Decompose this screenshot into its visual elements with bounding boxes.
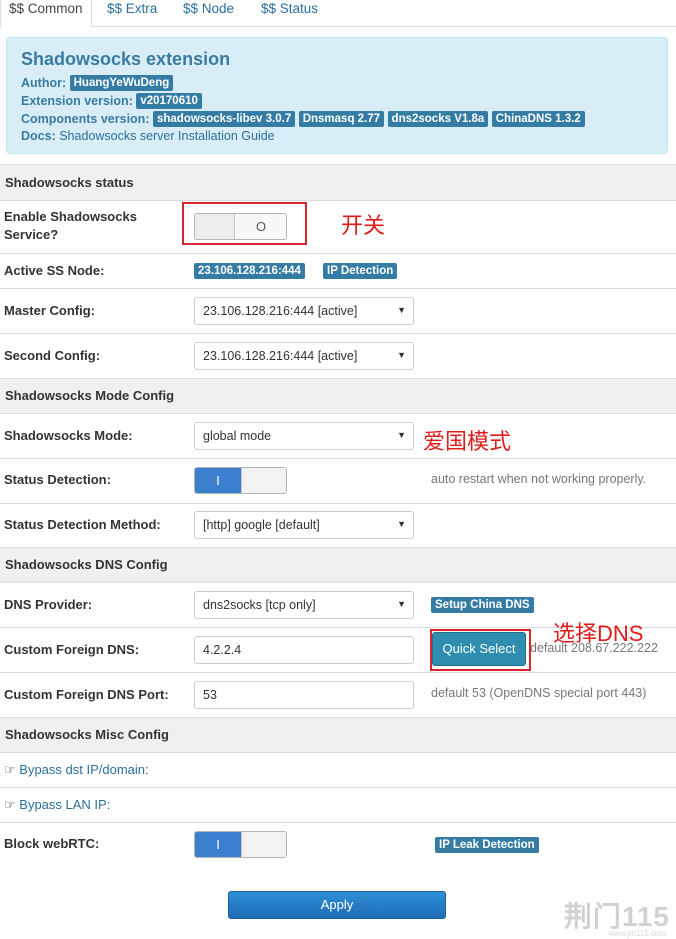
- detection-method-value: [http] google [default]: [203, 518, 320, 532]
- section-misc-config: Shadowsocks Misc Config: [0, 717, 676, 752]
- section-mode-config: Shadowsocks Mode Config: [0, 378, 676, 413]
- docs-server-link[interactable]: Shadowsocks server: [59, 129, 174, 143]
- bypass-dst-label: Bypass dst IP/domain:: [19, 762, 149, 777]
- chevron-down-icon: ▼: [397, 305, 406, 315]
- enable-service-label: Enable Shadowsocks Service?: [4, 209, 137, 242]
- annotation-dns-note: 选择DNS: [553, 621, 644, 646]
- shadowsocks-mode-label: Shadowsocks Mode:: [4, 428, 133, 443]
- block-webrtc-label: Block webRTC:: [4, 836, 100, 851]
- section-title: Shadowsocks Misc Config: [5, 727, 169, 742]
- annotation-mode-note: 爱国模式: [423, 429, 512, 454]
- custom-foreign-dns-input[interactable]: 4.2.2.4: [194, 636, 414, 664]
- row-detection-method: Status Detection Method: [http] google […: [0, 503, 676, 547]
- bypass-dst-link[interactable]: ☞ Bypass dst IP/domain:: [4, 762, 149, 778]
- docs-install-guide-link[interactable]: Installation Guide: [178, 129, 275, 143]
- row-active-node: Active SS Node: 23.106.128.216:444 IP De…: [0, 253, 676, 288]
- dns-provider-label: DNS Provider:: [4, 597, 93, 612]
- row-second-config: Second Config: 23.106.128.216:444 [activ…: [0, 333, 676, 378]
- custom-foreign-dns-label: Custom Foreign DNS:: [4, 642, 140, 657]
- hand-pointer-icon: ☞: [4, 797, 16, 812]
- row-foreign-dns-port: Custom Foreign DNS Port: 53 default 53 (…: [0, 672, 676, 717]
- setup-china-dns-link[interactable]: Setup China DNS: [431, 597, 534, 613]
- toggle-knob: [241, 832, 286, 857]
- chevron-down-icon: ▼: [397, 519, 406, 529]
- dns-provider-select[interactable]: dns2socks [tcp only] ▼: [194, 591, 414, 619]
- detection-method-label: Status Detection Method:: [4, 517, 161, 532]
- status-detection-toggle[interactable]: I: [194, 467, 287, 494]
- version-line: Extension version: v20170610: [21, 93, 202, 109]
- second-config-value: 23.106.128.216:444 [active]: [203, 349, 358, 363]
- chevron-down-icon: ▼: [397, 430, 406, 440]
- section-dns-config: Shadowsocks DNS Config: [0, 547, 676, 582]
- author-badge: HuangYeWuDeng: [69, 75, 174, 91]
- components-label: Components version:: [21, 112, 150, 126]
- annotation-box-switch: [182, 202, 307, 245]
- shadowsocks-mode-select[interactable]: global mode ▼: [194, 422, 414, 450]
- ip-detection-link[interactable]: IP Detection: [323, 263, 398, 279]
- component-badge: shadowsocks-libev 3.0.7: [152, 111, 296, 127]
- author-label: Author:: [21, 76, 67, 90]
- tab-bar: $$ Common $$ Extra $$ Node $$ Status: [0, 0, 676, 28]
- toggle-knob: [241, 468, 286, 493]
- status-detection-hint: auto restart when not working properly.: [431, 472, 647, 486]
- second-config-label: Second Config:: [4, 348, 101, 363]
- section-title: Shadowsocks status: [5, 175, 134, 190]
- version-badge: v20170610: [136, 93, 202, 109]
- tab-common[interactable]: $$ Common: [0, 0, 92, 28]
- foreign-dns-port-hint: default 53 (OpenDNS special port 443): [431, 686, 647, 700]
- master-config-select[interactable]: 23.106.128.216:444 [active] ▼: [194, 297, 414, 325]
- row-enable-service: Enable Shadowsocks Service? O: [0, 200, 676, 253]
- components-line: Components version: shadowsocks-libev 3.…: [21, 111, 585, 127]
- foreign-dns-port-label: Custom Foreign DNS Port:: [4, 687, 169, 702]
- foreign-dns-port-input[interactable]: 53: [194, 681, 414, 709]
- chevron-down-icon: ▼: [397, 350, 406, 360]
- master-config-label: Master Config:: [4, 303, 95, 318]
- tab-extra[interactable]: $$ Extra: [99, 0, 165, 27]
- status-detection-label: Status Detection:: [4, 472, 111, 487]
- docs-line: Docs: Shadowsocks server Installation Gu…: [21, 129, 275, 143]
- master-config-value: 23.106.128.216:444 [active]: [203, 304, 358, 318]
- row-master-config: Master Config: 23.106.128.216:444 [activ…: [0, 288, 676, 333]
- component-badge: dns2socks V1.8a: [387, 111, 489, 127]
- annotation-switch-note: 开关: [341, 213, 386, 238]
- shadowsocks-mode-value: global mode: [203, 429, 272, 443]
- second-config-select[interactable]: 23.106.128.216:444 [active] ▼: [194, 342, 414, 370]
- dns-provider-value: dns2socks [tcp only]: [203, 598, 316, 612]
- row-bypass-dst: ☞ Bypass dst IP/domain:: [0, 752, 676, 787]
- component-badge: Dnsmasq 2.77: [298, 111, 385, 127]
- hand-pointer-icon: ☞: [4, 762, 16, 777]
- toggle-on-indicator: I: [195, 468, 241, 493]
- detection-method-select[interactable]: [http] google [default] ▼: [194, 511, 414, 539]
- watermark-url: www.jm115.com: [608, 929, 666, 938]
- toggle-on-indicator: I: [195, 832, 241, 857]
- bypass-lan-link[interactable]: ☞ Bypass LAN IP:: [4, 797, 110, 813]
- docs-label: Docs:: [21, 129, 56, 143]
- chevron-down-icon: ▼: [397, 599, 406, 609]
- component-badge: ChinaDNS 1.3.2: [491, 111, 585, 127]
- block-webrtc-toggle[interactable]: I: [194, 831, 287, 858]
- section-shadowsocks-status: Shadowsocks status: [0, 164, 676, 200]
- section-title: Shadowsocks DNS Config: [5, 557, 168, 572]
- active-node-badge: 23.106.128.216:444: [194, 263, 305, 279]
- tab-node[interactable]: $$ Node: [175, 0, 242, 27]
- ip-leak-detection-link[interactable]: IP Leak Detection: [435, 837, 539, 853]
- row-shadowsocks-mode: Shadowsocks Mode: global mode ▼: [0, 413, 676, 458]
- bypass-lan-label: Bypass LAN IP:: [19, 797, 111, 812]
- row-bypass-lan: ☞ Bypass LAN IP:: [0, 787, 676, 822]
- extension-title: Shadowsocks extension: [21, 49, 231, 69]
- row-status-detection: Status Detection: I auto restart when no…: [0, 458, 676, 503]
- annotation-box-quick-select: [430, 629, 531, 671]
- active-node-label: Active SS Node:: [4, 263, 105, 278]
- apply-button[interactable]: Apply: [228, 891, 446, 919]
- row-block-webrtc: Block webRTC: I IP Leak Detection: [0, 822, 676, 867]
- tab-status[interactable]: $$ Status: [253, 0, 326, 27]
- author-line: Author: HuangYeWuDeng: [21, 75, 174, 91]
- version-label: Extension version:: [21, 94, 133, 108]
- extension-info-panel: Shadowsocks extension Author: HuangYeWuD…: [6, 37, 668, 154]
- section-title: Shadowsocks Mode Config: [5, 388, 175, 403]
